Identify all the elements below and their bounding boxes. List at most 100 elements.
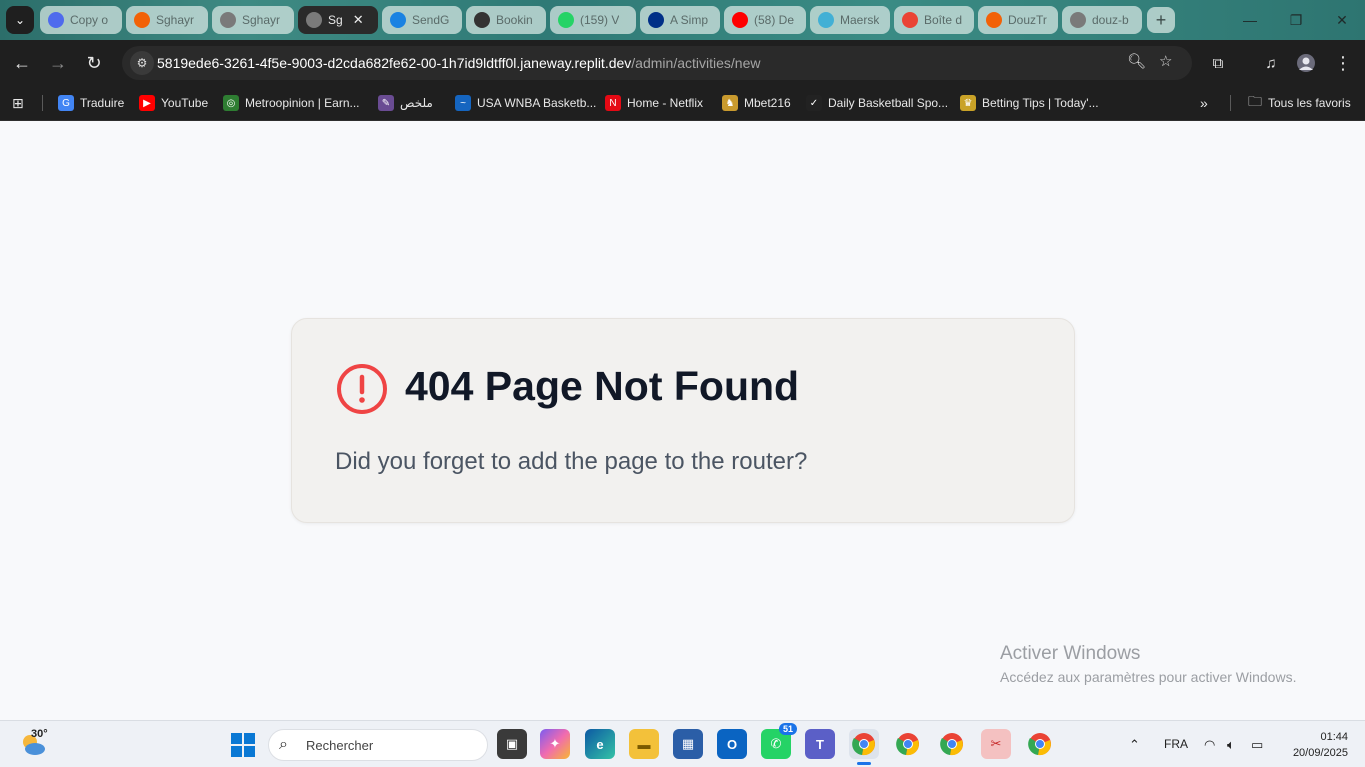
browser-tab[interactable]: douz-b <box>1062 6 1142 34</box>
bookmark-label: USA WNBA Basketb... <box>477 96 597 110</box>
tab-label: Boîte d <box>924 13 963 27</box>
chrome-icon[interactable] <box>849 729 879 765</box>
bookmark-item[interactable]: ♛ Betting Tips | Today'... <box>960 93 1099 113</box>
microsoft-store-icon[interactable]: ▦ <box>673 729 703 759</box>
browser-tab[interactable]: Boîte d <box>894 6 974 34</box>
bookmark-favicon-icon: ♛ <box>960 95 976 111</box>
browser-tab[interactable]: Bookin <box>466 6 546 34</box>
bookmark-label: Daily Basketball Spo... <box>828 96 949 110</box>
bookmark-item[interactable]: G Traduire <box>58 93 124 113</box>
chrome-profile-3-icon[interactable] <box>937 729 967 759</box>
tab-search-button[interactable]: ⌄ <box>6 6 34 34</box>
snipping-tool-icon[interactable]: ✂ <box>981 729 1011 759</box>
not-found-card: 404 Page Not Found Did you forget to add… <box>291 318 1075 523</box>
tab-favicon-icon <box>48 12 64 28</box>
teams-icon[interactable]: T <box>805 729 835 759</box>
tab-favicon-icon <box>818 12 834 28</box>
bookmark-favicon-icon: ♞ <box>722 95 738 111</box>
restore-button[interactable]: ❐ <box>1273 0 1319 40</box>
reload-button[interactable]: ↻ <box>80 49 108 77</box>
bookmark-favicon-icon: ▶ <box>139 95 155 111</box>
wifi-icon[interactable]: ◠ <box>1204 737 1215 753</box>
tab-strip: ⌄ Copy o Sghayr Sghayr Sg ✕ SendG Bookin (159) … <box>0 0 1365 40</box>
bookmark-item[interactable]: ▶ YouTube <box>139 93 208 113</box>
apps-grid-icon[interactable]: ⊞ <box>12 93 24 113</box>
browser-menu-button[interactable]: ⋮ <box>1329 49 1357 77</box>
file-explorer-icon[interactable]: ▬ <box>629 729 659 759</box>
system-clock[interactable]: 01:44 20/09/2025 <box>1284 729 1348 761</box>
bookmark-label: Betting Tips | Today'... <box>982 96 1099 110</box>
tab-label: Sghayr <box>242 13 281 27</box>
battery-icon[interactable]: ▭ <box>1251 737 1263 753</box>
browser-tab[interactable]: Maersk <box>810 6 890 34</box>
page-title: 404 Page Not Found <box>405 363 800 409</box>
close-window-button[interactable]: ✕ <box>1319 0 1365 40</box>
windows-start-icon[interactable] <box>231 733 255 757</box>
chrome-profile-4-icon[interactable] <box>1025 729 1055 759</box>
bookmarks-divider <box>42 95 43 111</box>
tab-favicon-icon <box>220 12 236 28</box>
bookmark-item[interactable]: ~ USA WNBA Basketb... <box>455 93 596 113</box>
input-language[interactable]: FRA <box>1164 737 1188 751</box>
bookmark-favicon-icon: ◎ <box>223 95 239 111</box>
back-button[interactable]: ← <box>8 49 36 77</box>
tab-label: Sg <box>328 13 343 27</box>
browser-tab[interactable]: (58) De <box>724 6 806 34</box>
bookmark-item[interactable]: ♞ Mbet216 <box>722 93 791 113</box>
chevron-up-icon[interactable]: ⌃ <box>1129 737 1140 753</box>
bookmark-star-icon[interactable]: ☆ <box>1159 52 1172 70</box>
edge-icon[interactable]: e <box>585 729 615 759</box>
browser-tab[interactable]: A Simp <box>640 6 720 34</box>
bookmark-item[interactable]: ✓ Daily Basketball Spo... <box>806 93 948 113</box>
task-view-icon[interactable]: ▣ <box>497 729 527 759</box>
tab-label: (159) V <box>580 13 620 27</box>
tab-close-icon[interactable]: ✕ <box>353 12 364 28</box>
new-tab-button[interactable]: + <box>1147 7 1175 33</box>
url-host: 5819ede6-3261-4f5e-9003-d2cda682fe62-00-… <box>157 55 632 71</box>
bookmark-item[interactable]: N Home - Netflix <box>605 93 703 113</box>
tab-favicon-icon <box>648 12 664 28</box>
activate-windows-subtitle: Accédez aux paramètres pour activer Wind… <box>1000 669 1297 685</box>
tab-label: (58) De <box>754 13 795 27</box>
chrome-profile-2-icon[interactable] <box>893 729 923 759</box>
alert-circle-icon <box>337 364 387 414</box>
tab-favicon-icon <box>390 12 406 28</box>
windows-taskbar: 30° ⌕ Rechercher ▣ ✦ e ▬ ▦ O ✆ 51 T ✂ ⌃ F… <box>0 720 1365 767</box>
bookmark-label: YouTube <box>161 96 209 110</box>
browser-tab[interactable]: Sghayr <box>126 6 208 34</box>
folder-icon: 🗀 <box>1248 93 1262 109</box>
address-bar[interactable]: ⚙ 5819ede6-3261-4f5e-9003-d2cda682fe62-0… <box>122 46 1192 80</box>
url-text[interactable]: 5819ede6-3261-4f5e-9003-d2cda682fe62-00-… <box>157 55 760 71</box>
site-info-icon[interactable]: ⚙ <box>130 51 154 75</box>
browser-tab[interactable]: SendG <box>382 6 462 34</box>
browser-tab[interactable]: Sghayr <box>212 6 294 34</box>
browser-toolbar: ← → ↻ ⚙ 5819ede6-3261-4f5e-9003-d2cda682… <box>0 40 1365 86</box>
media-control-icon[interactable]: ♫ <box>1257 49 1285 77</box>
search-icon: ⌕ <box>279 736 288 753</box>
minimize-button[interactable]: — <box>1227 0 1273 40</box>
all-bookmarks-folder[interactable]: 🗀 Tous les favoris <box>1248 93 1351 113</box>
tab-favicon-icon <box>558 12 574 28</box>
profile-avatar[interactable] <box>1292 49 1320 77</box>
tab-favicon-icon <box>902 12 918 28</box>
outlook-icon[interactable]: O <box>717 729 747 759</box>
browser-tab[interactable]: Copy o <box>40 6 122 34</box>
active-indicator <box>857 762 871 765</box>
browser-tab[interactable]: DouzTr <box>978 6 1058 34</box>
bookmark-item[interactable]: ◎ Metroopinion | Earn... <box>223 93 360 113</box>
zoom-icon[interactable]: 🔍︎ <box>1127 52 1146 70</box>
whatsapp-icon[interactable]: ✆ 51 <box>761 723 797 759</box>
browser-tab[interactable]: Sg ✕ <box>298 6 378 34</box>
more-bookmarks-icon[interactable]: » <box>1200 93 1208 113</box>
tab-favicon-icon <box>1070 12 1086 28</box>
forward-button[interactable]: → <box>44 49 72 77</box>
volume-icon[interactable]: 🔈︎ <box>1227 737 1235 753</box>
tab-label: SendG <box>412 13 450 27</box>
bookmarks-bar: ⊞ G Traduire ▶ YouTube ◎ Metroopinion | Earn.… <box>0 86 1365 121</box>
bookmark-item[interactable]: ✎ ملخص <box>378 93 433 113</box>
copilot-icon[interactable]: ✦ <box>540 729 570 759</box>
taskbar-search[interactable]: ⌕ Rechercher <box>268 729 488 761</box>
browser-tab[interactable]: (159) V <box>550 6 636 34</box>
tab-label: A Simp <box>670 13 709 27</box>
extensions-icon[interactable]: ⧉ <box>1204 49 1232 77</box>
